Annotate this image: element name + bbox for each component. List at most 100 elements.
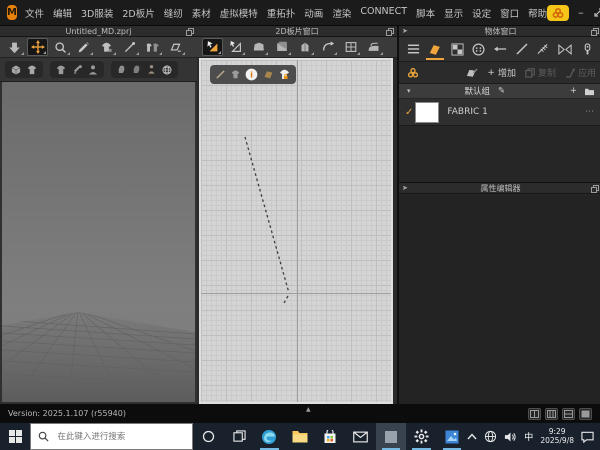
menu-render[interactable]: 渲染 [332,6,351,20]
avatar-silhouette-toggle[interactable] [87,64,99,76]
add-fabric-button[interactable]: + 增加 [487,66,516,79]
menu-settings[interactable]: 设定 [472,6,491,20]
property-editor-titlebar[interactable]: ➤ 属性编辑器 [399,183,600,194]
fabric-more-button[interactable]: ⋯ [585,107,594,117]
avatar-skin-toggle-1[interactable] [116,64,127,75]
menu-avatar[interactable]: 虚拟模特 [220,6,258,20]
pattern-canvas-2d[interactable]: i [199,58,393,404]
show-3d-box-toggle[interactable] [10,64,22,76]
start-button[interactable] [0,423,30,450]
collapse-panel-icon[interactable]: ➤ [402,28,408,35]
fabric-piece-display-icon[interactable] [263,69,274,80]
menu-script[interactable]: 脚本 [416,6,435,20]
sewing-tool-button[interactable] [142,38,163,56]
mail-button[interactable] [346,423,376,450]
menu-connect[interactable]: CONNECT [360,6,407,20]
layout-preset-button-3[interactable] [562,408,575,420]
apply-fabric-button[interactable]: 应用 [565,66,596,79]
popout-icon[interactable] [186,28,194,36]
transform-pattern-tool[interactable] [202,38,223,56]
move-tool-button[interactable] [27,38,48,56]
select-lasso-tool-button[interactable] [50,38,71,56]
simulate-tool-button[interactable] [4,38,25,56]
tab-buttonhole[interactable] [490,38,510,60]
photos-button[interactable] [437,423,467,450]
tab-zipper[interactable] [577,38,597,60]
menu-3d-garment[interactable]: 3D服装 [81,6,113,20]
locked-garment-icon[interactable] [278,68,291,81]
menu-help[interactable]: 帮助 [528,6,547,20]
brush-tool-button[interactable] [73,38,94,56]
fabric-check-icon[interactable]: ✓ [405,107,413,118]
volume-icon[interactable] [504,431,517,443]
garment-pin-toggle[interactable] [71,64,83,76]
edit-pattern-tool[interactable] [225,38,246,56]
minimize-button[interactable]: – [578,6,584,19]
menu-animation[interactable]: 动画 [304,6,323,20]
menu-2d-pattern[interactable]: 2D板片 [122,6,154,20]
hidden-icons-chevron[interactable] [467,433,477,440]
edit-fabric-button[interactable] [466,67,478,78]
rectangle-pattern-tool[interactable] [271,38,292,56]
copy-fabric-button[interactable]: 复制 [525,66,556,79]
tab-object-list[interactable] [404,38,424,60]
fabric-swatch[interactable] [415,102,439,123]
pin-garment-tool-button[interactable] [96,38,117,56]
polygon-pattern-tool[interactable] [248,38,269,56]
folder-icon[interactable] [584,87,595,96]
layout-preset-button-4[interactable] [579,408,592,420]
ime-indicator[interactable]: 中 [524,430,533,443]
garment-display-icon[interactable] [230,69,241,80]
edge-browser-button[interactable] [254,423,284,450]
tab-button[interactable] [469,38,489,60]
add-group-icon[interactable]: + [570,86,577,96]
network-globe-icon[interactable] [484,430,497,443]
tab-puckering[interactable] [534,38,554,60]
tab-grading[interactable] [555,38,575,60]
avatar-body-toggle[interactable] [146,64,157,75]
cortana-button[interactable] [193,423,223,450]
microsoft-store-button[interactable] [315,423,345,450]
popout-icon[interactable] [386,28,394,36]
expand-panel-icon[interactable]: ▲ [306,406,311,413]
menu-retopology[interactable]: 重拓扑 [267,6,296,20]
viewport-3d[interactable] [2,82,195,402]
settings-button[interactable] [406,423,436,450]
wireframe-globe-toggle[interactable] [161,64,173,76]
sketch-line-display-icon[interactable] [215,69,226,80]
active-app-button[interactable] [376,423,406,450]
file-explorer-button[interactable] [285,423,315,450]
restore-button[interactable] [594,8,600,17]
menu-sewing[interactable]: 缝纫 [164,6,183,20]
layout-preset-button-2[interactable] [545,408,558,420]
seam-grid-tool[interactable] [340,38,361,56]
needle-tool-button[interactable] [119,38,140,56]
tab-fabric[interactable] [425,38,445,60]
task-view-button[interactable] [224,423,254,450]
menu-edit[interactable]: 编辑 [53,6,72,20]
popout-icon[interactable] [591,28,599,36]
tab-topstitch[interactable] [512,38,532,60]
avatar-skin-toggle-2[interactable] [131,64,142,75]
flatten-tool-button[interactable] [165,38,186,56]
info-badge-icon[interactable]: i [245,68,258,81]
panel-2d-titlebar[interactable]: 2D板片窗口 [197,26,397,37]
taskbar-search[interactable] [30,423,193,450]
garment-surface-toggle[interactable] [55,64,67,76]
dart-tool[interactable] [294,38,315,56]
iron-tool[interactable] [363,38,384,56]
search-input[interactable] [55,431,185,443]
taskbar-clock[interactable]: 9:29 2025/9/8 [540,428,574,445]
fabric-list-item[interactable]: ✓ FABRIC 1 ⋯ [399,99,600,126]
account-icon[interactable] [547,5,569,21]
menu-display[interactable]: 显示 [444,6,463,20]
popout-icon[interactable] [591,185,599,193]
trace-tool[interactable] [317,38,338,56]
group-dropdown-icon[interactable]: ▾ [407,87,411,95]
panel-3d-titlebar[interactable]: Untitled_MD.zprj [0,26,197,37]
menu-material[interactable]: 素材 [192,6,211,20]
collapse-panel-icon[interactable]: ➤ [402,185,408,192]
tab-graphic[interactable] [447,38,467,60]
action-center-icon[interactable] [581,431,594,443]
object-window-titlebar[interactable]: ➤ 物体窗口 [399,26,600,37]
